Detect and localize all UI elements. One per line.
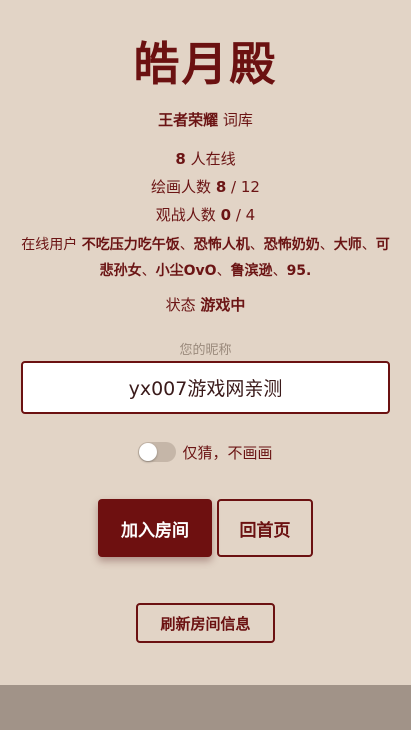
nickname-input[interactable] [21,361,390,414]
user-separator: 、 [141,263,156,279]
online-count-line: 8 人在线 [0,148,411,170]
spectator-label: 观战人数 [155,206,216,224]
online-user: 鲁滨逊 [230,263,273,279]
status-value: 游戏中 [200,296,246,314]
online-user: 恐怖人机 [193,237,250,253]
spectator-current: 0 [220,206,232,224]
lexicon-suffix: 词库 [222,111,253,129]
user-separator: 、 [272,263,287,279]
online-users: 在线用户 不吃压力吃午饭、恐怖人机、恐怖奶奶、大师、可悲孙女、小尘OvO、鲁滨逊… [20,232,391,284]
user-separator: 、 [179,237,194,253]
spectator-count-line: 观战人数 0 / 4 [0,204,411,226]
room-title: 皓月殿 [133,37,278,91]
toggle-knob [139,443,158,461]
spectator-separator: / [235,206,241,224]
guess-only-label: 仅猜，不画画 [182,443,273,462]
online-user-list: 不吃压力吃午饭、恐怖人机、恐怖奶奶、大师、可悲孙女、小尘OvO、鲁滨逊、95. [82,237,390,279]
status-label: 状态 [165,296,196,314]
online-user: 大师 [333,237,362,253]
painter-max: 12 [240,178,260,196]
online-user: 小尘OvO [155,263,217,279]
refresh-room-button[interactable]: 刷新房间信息 [136,603,275,643]
online-user: 不吃压力吃午饭 [81,237,180,253]
online-users-label: 在线用户 [21,237,78,253]
user-separator: 、 [319,237,334,253]
lexicon-line: 王者荣耀 词库 [0,109,411,131]
painter-separator: / [231,178,237,196]
user-separator: 、 [216,263,231,279]
lexicon-name: 王者荣耀 [158,111,219,129]
bottom-bar [0,685,411,730]
guess-only-toggle[interactable] [138,442,177,462]
nickname-label: 您的昵称 [179,343,232,358]
online-user: 95. [286,263,312,279]
user-separator: 、 [249,237,264,253]
home-button[interactable]: 回首页 [217,499,313,557]
online-label: 人在线 [190,150,236,168]
painter-count-line: 绘画人数 8 / 12 [0,176,411,198]
spectator-max: 4 [245,206,256,224]
online-user: 恐怖奶奶 [263,237,320,253]
painter-current: 8 [215,178,227,196]
status-line: 状态 游戏中 [0,294,411,316]
online-count: 8 [175,150,186,168]
guess-only-toggle-row[interactable]: 仅猜，不画画 [0,440,411,464]
painter-label: 绘画人数 [151,178,212,196]
user-separator: 、 [361,237,376,253]
join-room-button[interactable]: 加入房间 [98,499,212,557]
